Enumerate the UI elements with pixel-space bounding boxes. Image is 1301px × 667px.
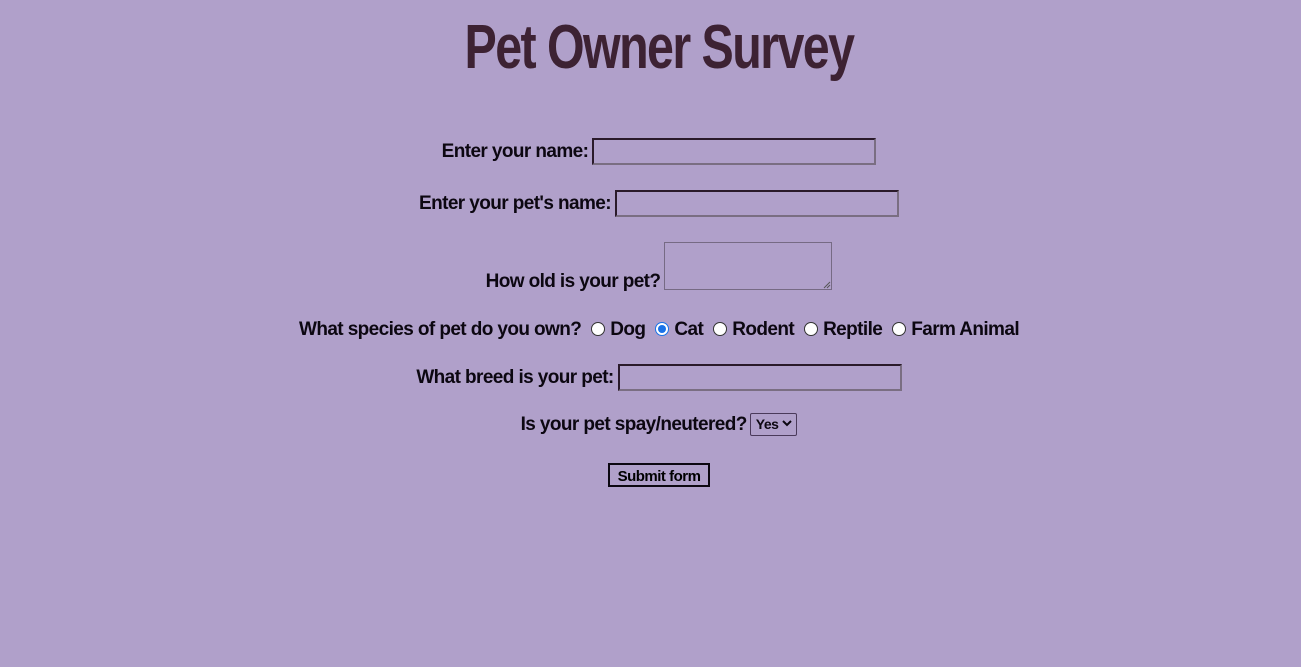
species-radio-farm-animal[interactable] (892, 322, 907, 336)
owner-name-label: Enter your name: (441, 140, 589, 162)
chevron-down-icon (782, 420, 793, 427)
species-radio-reptile[interactable] (804, 322, 819, 336)
species-radio-dog[interactable] (591, 322, 606, 336)
spayed-label: Is your pet spay/neutered? (520, 413, 748, 435)
spayed-select-value: Yes (755, 416, 779, 432)
species-option-label: Rodent (732, 319, 795, 340)
species-radio-rodent[interactable] (713, 322, 728, 336)
pet-name-input[interactable] (614, 190, 899, 217)
breed-input[interactable] (617, 364, 902, 391)
spayed-row: Is your pet spay/neutered? Yes (0, 413, 1301, 436)
submit-row: Submit form (0, 463, 1301, 487)
species-label: What species of pet do you own? (299, 319, 582, 340)
breed-label: What breed is your pet: (416, 366, 614, 388)
breed-row: What breed is your pet: (0, 364, 1301, 391)
pet-age-textarea-wrap (660, 242, 833, 290)
species-radio-cat[interactable] (655, 322, 670, 336)
species-option-label: Cat (674, 319, 704, 340)
owner-name-input[interactable] (592, 138, 877, 165)
pet-age-textarea[interactable] (664, 242, 833, 290)
submit-button[interactable]: Submit form (607, 463, 711, 487)
pet-age-label: How old is your pet? (485, 271, 661, 292)
species-option-label: Reptile (823, 319, 883, 340)
pet-name-row: Enter your pet's name: (0, 190, 1301, 217)
page-title: Pet Owner Survey (464, 13, 856, 82)
spayed-select[interactable]: Yes (749, 413, 798, 436)
species-option-label: Dog (610, 319, 646, 340)
owner-name-row: Enter your name: (0, 138, 1301, 165)
species-row: What species of pet do you own? Dog Cat Rod… (0, 319, 1301, 341)
pet-age-row: How old is your pet? (0, 242, 1301, 292)
resize-grip-icon[interactable] (823, 281, 831, 289)
species-options: Dog Cat Rodent Reptile Farm Animal (581, 319, 1020, 340)
pet-name-label: Enter your pet's name: (419, 192, 612, 214)
species-option-label: Farm Animal (911, 319, 1019, 340)
